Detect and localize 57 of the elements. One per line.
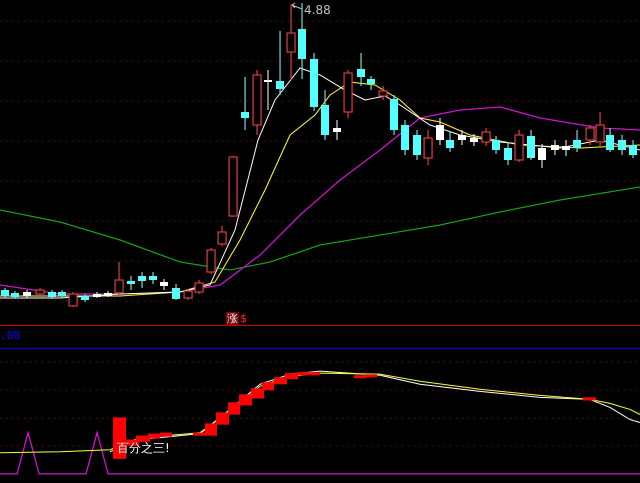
candlestick [390, 94, 398, 136]
candlestick [310, 52, 318, 112]
candlestick [551, 140, 559, 156]
candlestick [573, 130, 581, 152]
signal-mark: $ [240, 312, 247, 325]
candlestick [618, 134, 626, 156]
candlestick [104, 290, 112, 298]
candlestick [321, 90, 329, 140]
candlestick [413, 130, 421, 160]
candlestick [93, 292, 101, 298]
candlestick [241, 76, 249, 130]
candlestick [252, 70, 262, 136]
candlestick [228, 156, 238, 218]
candlestick [333, 120, 341, 140]
candlestick [436, 118, 444, 146]
candlestick [48, 290, 56, 300]
candlestick [458, 130, 466, 146]
candlestick [357, 52, 365, 86]
candlestick [446, 132, 454, 152]
candlestick [504, 142, 512, 166]
candlestick [138, 272, 146, 288]
candlestick [149, 272, 157, 284]
candlestick [127, 276, 135, 290]
candlestick [264, 70, 272, 110]
candlestick [482, 128, 490, 146]
candlestick [1, 288, 9, 298]
candlestick [68, 292, 78, 308]
candlestick [562, 140, 570, 156]
candlestick [514, 130, 524, 162]
candlestick [206, 248, 216, 274]
high-price-label: 4.88 [304, 3, 331, 17]
candlestick [81, 294, 89, 302]
candlestick [160, 278, 168, 290]
axis-value: .00 [0, 329, 20, 342]
candlestick [538, 144, 546, 168]
candlestick [23, 290, 31, 298]
candlestick [470, 134, 478, 146]
candlestick [172, 284, 180, 300]
candlestick [276, 30, 284, 96]
candlestick [367, 76, 375, 90]
candlestick [606, 128, 614, 152]
candlestick [184, 288, 192, 300]
candlestick [114, 262, 124, 296]
candlestick [378, 86, 388, 100]
candlestick [194, 280, 204, 294]
candlestick [492, 136, 500, 154]
candlestick [218, 226, 226, 246]
candlestick [11, 290, 19, 300]
candlestick [36, 288, 44, 296]
pointer-icon [292, 2, 302, 10]
candlestick [401, 120, 409, 156]
candlestick [527, 130, 535, 160]
candlestick [58, 290, 66, 298]
candlestick [629, 140, 637, 158]
candlestick [344, 70, 352, 118]
candlestick [424, 130, 432, 166]
signal-badge: 涨 [226, 312, 239, 325]
